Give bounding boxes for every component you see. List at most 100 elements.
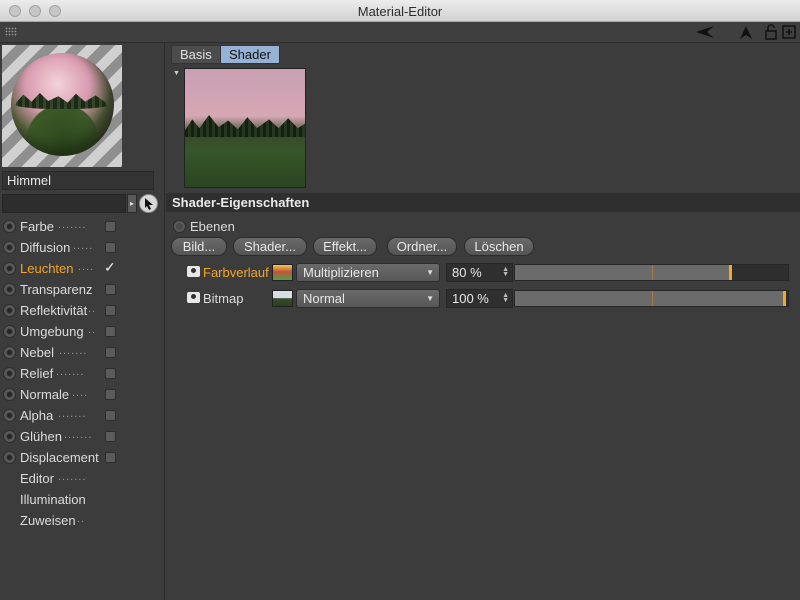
leader-dots: .. bbox=[88, 303, 97, 315]
channel-item-umgebung[interactable]: Umgebung .. bbox=[0, 321, 165, 342]
channel-item-leuchten[interactable]: Leuchten .... ✓ bbox=[0, 258, 165, 279]
channel-item-editor[interactable]: Editor ....... bbox=[0, 468, 165, 489]
blend-mode-dropdown[interactable]: Normal ▼ bbox=[296, 289, 440, 308]
radio-icon[interactable] bbox=[3, 367, 16, 380]
spinner-icon[interactable]: ▲ ▼ bbox=[502, 266, 509, 278]
checkmark-icon[interactable]: ✓ bbox=[104, 259, 116, 276]
radio-icon[interactable] bbox=[3, 241, 16, 254]
opacity-field[interactable]: 80 % ▲ ▼ bbox=[446, 263, 513, 282]
channel-item-nebel[interactable]: Nebel ....... bbox=[0, 342, 165, 363]
channel-checkbox[interactable] bbox=[105, 389, 116, 400]
lock-icon[interactable] bbox=[764, 24, 778, 40]
material-preview[interactable] bbox=[2, 45, 122, 167]
radio-icon[interactable] bbox=[3, 220, 16, 233]
slider-handle[interactable] bbox=[729, 265, 732, 280]
radio-icon[interactable] bbox=[3, 388, 16, 401]
pick-arrow-button[interactable] bbox=[139, 194, 158, 213]
tab-shader[interactable]: Shader bbox=[220, 45, 280, 64]
channel-label: Illumination bbox=[20, 492, 86, 507]
radio-icon[interactable] bbox=[3, 346, 16, 359]
channel-checkbox[interactable] bbox=[105, 452, 116, 463]
blend-mode-value: Multiplizieren bbox=[303, 265, 379, 280]
spinner-icon[interactable]: ▲ ▼ bbox=[502, 292, 509, 304]
channel-label: Editor bbox=[20, 471, 54, 486]
channel-checkbox[interactable] bbox=[105, 284, 116, 295]
channel-item-farbe[interactable]: Farbe ....... bbox=[0, 216, 165, 237]
layer-name: Farbverlauf bbox=[203, 265, 269, 280]
channel-label: Relief bbox=[20, 366, 54, 381]
combo-arrow-icon[interactable]: ▸ bbox=[127, 194, 137, 213]
back-arrow-icon[interactable] bbox=[694, 24, 716, 40]
ebenen-radio[interactable] bbox=[173, 220, 186, 233]
channel-item-displacement[interactable]: Displacement bbox=[0, 447, 165, 468]
channel-checkbox[interactable] bbox=[105, 326, 116, 337]
loeschen-button[interactable]: Löschen bbox=[464, 237, 534, 256]
leader-dots: ....... bbox=[56, 366, 85, 378]
channel-item-illumination[interactable]: Illumination bbox=[0, 489, 165, 510]
slider-fill bbox=[515, 291, 786, 306]
ordner-button[interactable]: Ordner... bbox=[387, 237, 457, 256]
leader-dots: ....... bbox=[58, 219, 87, 231]
navigate-up-icon[interactable] bbox=[738, 24, 754, 40]
layer-row-bitmap[interactable]: Bitmap Normal ▼ 100 % ▲ ▼ bbox=[166, 289, 800, 309]
blend-mode-value: Normal bbox=[303, 291, 345, 306]
radio-icon[interactable] bbox=[3, 304, 16, 317]
leader-dots: ....... bbox=[58, 471, 87, 483]
attribute-panel: Basis Shader ▼ Shader-Eigenschaften Eben… bbox=[166, 43, 800, 600]
blend-mode-dropdown[interactable]: Multiplizieren ▼ bbox=[296, 263, 440, 282]
bitmap-thumbnail-icon bbox=[272, 290, 293, 307]
channel-item-transparenz[interactable]: Transparenz bbox=[0, 279, 165, 300]
opacity-slider[interactable] bbox=[514, 264, 789, 281]
eye-icon[interactable] bbox=[187, 292, 200, 303]
collapse-triangle-icon[interactable]: ▼ bbox=[173, 70, 180, 77]
opacity-field[interactable]: 100 % ▲ ▼ bbox=[446, 289, 513, 308]
channel-checkbox[interactable] bbox=[105, 305, 116, 316]
cursor-arrow-icon bbox=[145, 198, 153, 210]
radio-icon[interactable] bbox=[3, 283, 16, 296]
shader-button[interactable]: Shader... bbox=[233, 237, 307, 256]
grip-icon[interactable] bbox=[5, 27, 17, 37]
channel-item-relief[interactable]: Relief ....... bbox=[0, 363, 165, 384]
effekt-button[interactable]: Effekt... bbox=[313, 237, 377, 256]
tab-basis[interactable]: Basis bbox=[171, 45, 221, 64]
preview-mode-combo[interactable] bbox=[2, 194, 126, 213]
radio-icon[interactable] bbox=[3, 430, 16, 443]
leader-dots: ..... bbox=[73, 240, 94, 252]
channel-label: Displacement bbox=[20, 450, 99, 465]
shader-preview-image bbox=[184, 68, 306, 188]
channel-item-normale[interactable]: Normale .... bbox=[0, 384, 165, 405]
slider-handle[interactable] bbox=[783, 291, 786, 306]
channel-label: Reflektivität bbox=[20, 303, 88, 318]
channel-item-alpha[interactable]: Alpha ....... bbox=[0, 405, 165, 426]
new-window-icon[interactable] bbox=[782, 24, 796, 40]
chevron-down-icon: ▼ bbox=[426, 294, 434, 303]
section-title: Shader-Eigenschaften bbox=[166, 193, 800, 212]
channel-checkbox[interactable] bbox=[105, 431, 116, 442]
channel-item-diffusion[interactable]: Diffusion ..... bbox=[0, 237, 165, 258]
channel-checkbox[interactable] bbox=[105, 347, 116, 358]
layer-row-farbverlauf[interactable]: Farbverlauf Multiplizieren ▼ 80 % ▲ ▼ bbox=[166, 263, 800, 283]
channel-checkbox[interactable] bbox=[105, 242, 116, 253]
channel-label: Zuweisen bbox=[20, 513, 76, 528]
channel-item-reflektivitaet[interactable]: Reflektivität .. bbox=[0, 300, 165, 321]
radio-icon[interactable] bbox=[3, 262, 16, 275]
channel-checkbox[interactable] bbox=[105, 410, 116, 421]
opacity-slider[interactable] bbox=[514, 290, 789, 307]
channel-label: Normale bbox=[20, 387, 70, 402]
slider-tick bbox=[652, 265, 653, 280]
eye-icon[interactable] bbox=[187, 266, 200, 277]
slider-tick bbox=[652, 291, 653, 306]
material-name-field[interactable]: Himmel bbox=[2, 171, 154, 190]
window-title: Material-Editor bbox=[357, 4, 443, 19]
radio-icon[interactable] bbox=[3, 325, 16, 338]
radio-icon[interactable] bbox=[3, 409, 16, 422]
radio-icon[interactable] bbox=[3, 451, 16, 464]
channel-item-zuweisen[interactable]: Zuweisen .. bbox=[0, 510, 165, 531]
leader-dots: .... bbox=[72, 387, 89, 399]
channel-item-gluehen[interactable]: Glühen ....... bbox=[0, 426, 165, 447]
chevron-down-icon: ▼ bbox=[426, 268, 434, 277]
bild-button[interactable]: Bild... bbox=[171, 237, 227, 256]
channel-checkbox[interactable] bbox=[105, 368, 116, 379]
slider-fill bbox=[515, 265, 732, 280]
channel-checkbox[interactable] bbox=[105, 221, 116, 232]
